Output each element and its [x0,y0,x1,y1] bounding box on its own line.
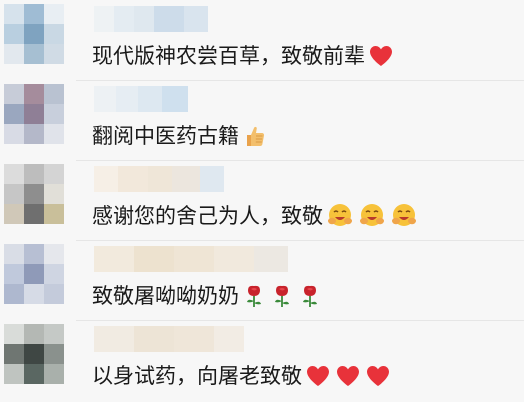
username[interactable] [94,326,244,352]
emoji-group [243,284,327,308]
comment-item: 以身试药，向屠老致敬 [0,320,524,400]
red-heart-icon [307,366,329,386]
comment-text: 翻阅中医药古籍 [92,122,271,150]
comment-text-content: 翻阅中医药古籍 [92,124,239,148]
username[interactable] [94,6,208,32]
comment-text: 感谢您的舍己为人，致敬 [92,202,423,230]
rose-icon [303,285,317,307]
red-heart-icon [367,366,389,386]
comment-item: 致敬屠呦呦奶奶 [0,240,524,320]
hug-icon [392,204,416,226]
username[interactable] [94,166,224,192]
avatar[interactable] [4,324,64,384]
avatar[interactable] [4,4,64,64]
comment-text-content: 致敬屠呦呦奶奶 [92,284,239,308]
username[interactable] [94,86,188,112]
avatar[interactable] [4,84,64,144]
comment-text: 现代版神农尝百草，致敬前辈 [92,42,399,70]
comment-text-content: 以身试药，向屠老致敬 [92,364,302,388]
comment-item: 翻阅中医药古籍 [0,80,524,160]
red-heart-icon [337,366,359,386]
emoji-group [327,203,423,229]
avatar[interactable] [4,244,64,304]
red-heart-icon [370,46,392,66]
comment-text-content: 现代版神农尝百草，致敬前辈 [92,44,365,68]
comment-text: 致敬屠呦呦奶奶 [92,282,327,310]
comment-item: 现代版神农尝百草，致敬前辈 [0,0,524,80]
avatar[interactable] [4,164,64,224]
comment-item: 感谢您的舍己为人，致敬 [0,160,524,240]
emoji-group [243,124,271,148]
hug-icon [360,204,384,226]
rose-icon [275,285,289,307]
comment-text-content: 感谢您的舍己为人，致敬 [92,204,323,228]
comment-text: 以身试药，向屠老致敬 [92,362,396,390]
emoji-group [369,45,399,67]
emoji-group [306,365,396,387]
hug-icon [328,204,352,226]
rose-icon [247,285,261,307]
username[interactable] [94,246,288,272]
thumbs-up-icon [247,126,265,146]
